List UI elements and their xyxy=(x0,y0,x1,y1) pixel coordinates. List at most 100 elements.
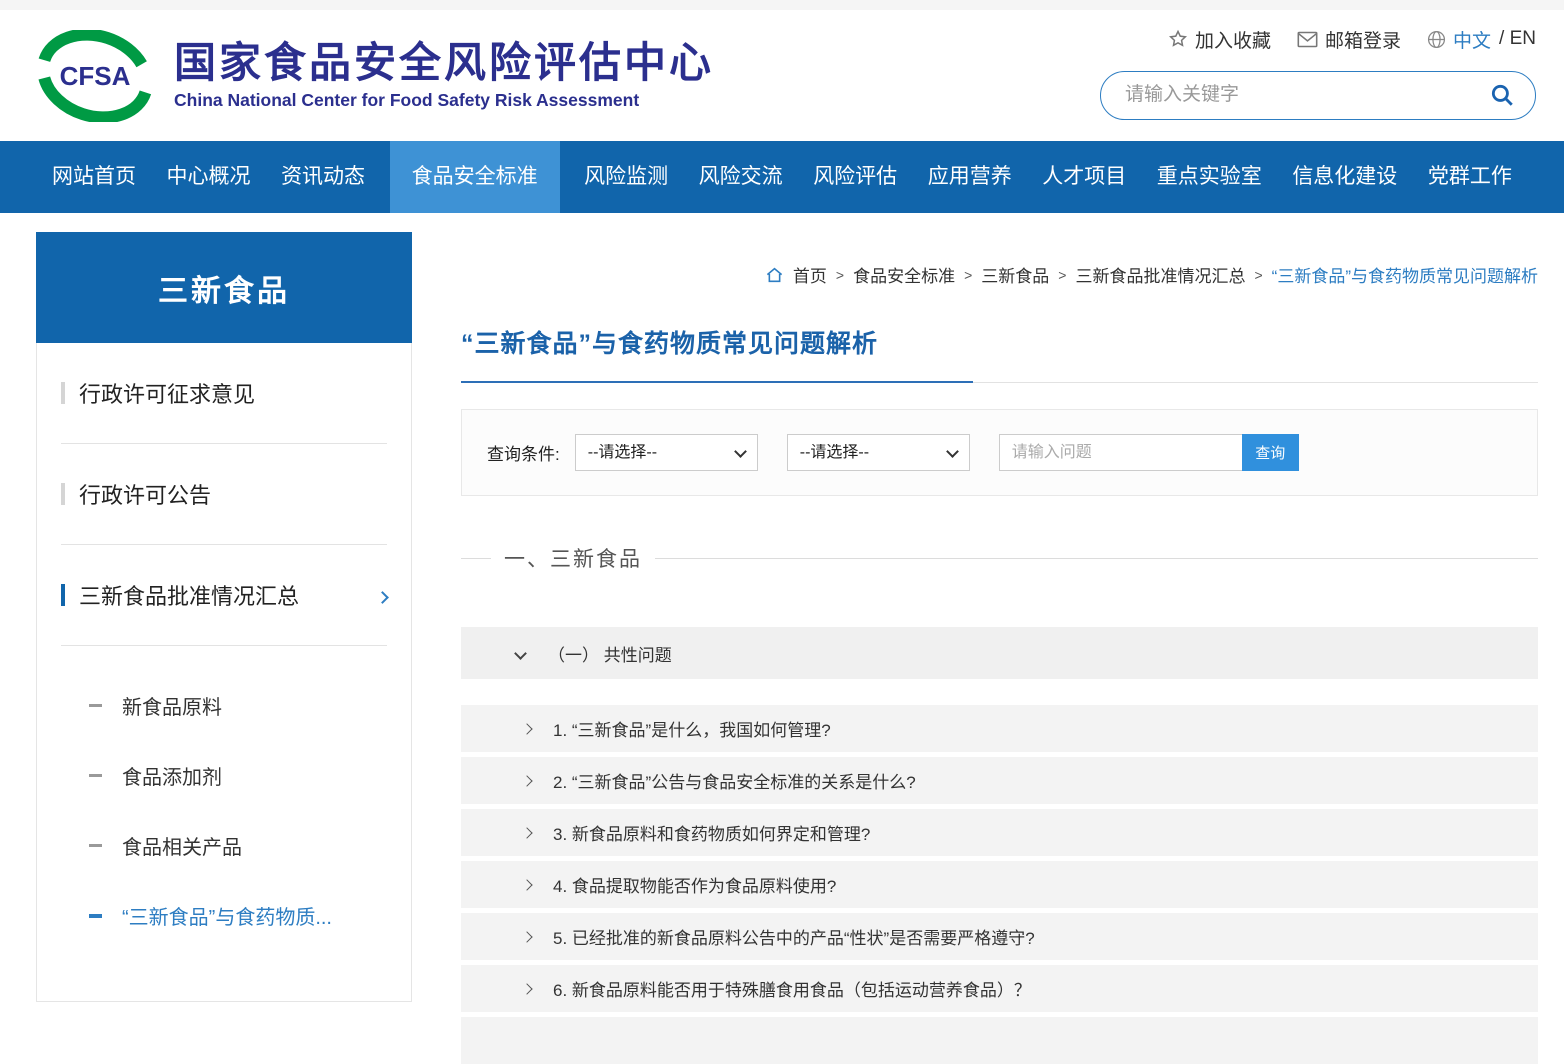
divider-line xyxy=(655,558,1538,559)
sidebar-item-label: 三新食品批准情况汇总 xyxy=(79,579,299,611)
mail-login-label: 邮箱登录 xyxy=(1325,26,1401,53)
faq-question: 3. 新食品原料和食药物质如何界定和管理? xyxy=(553,820,870,845)
dash-icon xyxy=(89,844,102,847)
sidebar-item-approval-summary[interactable]: 三新食品批准情况汇总 xyxy=(61,545,387,646)
home-icon[interactable] xyxy=(765,266,784,284)
dash-icon xyxy=(89,704,102,707)
top-strip xyxy=(0,0,1564,10)
sidebar-subitem-food-related-products[interactable]: 食品相关产品 xyxy=(37,831,411,860)
header-right: 加入收藏 邮箱登录 中 xyxy=(1100,32,1536,120)
faq-row-5[interactable]: 5. 已经批准的新食品原料公告中的产品“性状”是否需要严格遵守? xyxy=(461,913,1538,960)
site-title: 国家食品安全风险评估中心 xyxy=(174,40,714,86)
breadcrumb-separator: > xyxy=(1058,267,1066,283)
site-search xyxy=(1100,71,1536,120)
sidebar-item-label: 行政许可公告 xyxy=(79,478,211,510)
faq-row-2[interactable]: 2. “三新食品”公告与食品安全标准的关系是什么? xyxy=(461,757,1538,804)
nav-item-informatization[interactable]: 信息化建设 xyxy=(1286,141,1403,213)
chevron-right-icon xyxy=(378,582,387,608)
breadcrumb-home[interactable]: 首页 xyxy=(793,262,827,287)
star-icon xyxy=(1168,29,1188,49)
lang-chinese[interactable]: 中文 xyxy=(1453,26,1491,53)
chevron-right-icon xyxy=(521,775,532,786)
nav-item-risk-monitoring[interactable]: 风险监测 xyxy=(578,141,674,213)
logo-text: CFSA xyxy=(60,61,131,91)
add-favorite-link[interactable]: 加入收藏 xyxy=(1168,26,1271,53)
faq-question: 1. “三新食品”是什么，我国如何管理? xyxy=(553,716,831,741)
sidebar-item-label: 行政许可征求意见 xyxy=(79,377,255,409)
sidebar-item-license-comments[interactable]: 行政许可征求意见 xyxy=(61,343,387,444)
chevron-right-icon xyxy=(521,931,532,942)
query-select-1-wrap: --请选择-- xyxy=(575,434,758,471)
faq-row-partial[interactable] xyxy=(461,1017,1538,1064)
breadcrumb-three-new-foods[interactable]: 三新食品 xyxy=(981,262,1049,287)
sidebar: 三新食品 行政许可征求意见 行政许可公告 三新食品批准情况汇总 新食品原料 xyxy=(36,232,412,1002)
query-form: 查询条件: --请选择-- --请选择-- 查询 xyxy=(461,409,1538,496)
query-submit-button[interactable]: 查询 xyxy=(1242,434,1299,471)
faq-group-title: （一） 共性问题 xyxy=(548,641,672,666)
faq-question: 4. 食品提取物能否作为食品原料使用? xyxy=(553,872,836,897)
nav-item-risk-assessment[interactable]: 风险评估 xyxy=(807,141,903,213)
chevron-down-icon xyxy=(514,647,527,660)
globe-icon xyxy=(1427,30,1446,49)
search-icon[interactable] xyxy=(1489,82,1515,108)
add-favorite-label: 加入收藏 xyxy=(1195,26,1271,53)
sidebar-subitem-faq[interactable]: “三新食品”与食药物质... xyxy=(37,901,411,930)
mail-login-link[interactable]: 邮箱登录 xyxy=(1297,26,1401,53)
section-divider: 一、三新食品 xyxy=(461,543,1538,573)
breadcrumb-separator: > xyxy=(1254,267,1262,283)
language-switch[interactable]: 中文 xyxy=(1427,26,1491,53)
divider-line xyxy=(461,558,491,559)
nav-item-about[interactable]: 中心概况 xyxy=(161,141,257,213)
section-title: 一、三新食品 xyxy=(491,543,655,573)
sidebar-title: 三新食品 xyxy=(36,232,412,343)
content: 三新食品 行政许可征求意见 行政许可公告 三新食品批准情况汇总 新食品原料 xyxy=(0,213,1564,1064)
site-subtitle: China National Center for Food Safety Ri… xyxy=(174,90,714,111)
sidebar-subitem-new-food-ingredients[interactable]: 新食品原料 xyxy=(37,691,411,720)
nav-item-applied-nutrition[interactable]: 应用营养 xyxy=(922,141,1018,213)
nav-item-risk-communication[interactable]: 风险交流 xyxy=(693,141,789,213)
query-select-1[interactable]: --请选择-- xyxy=(575,434,758,471)
faq-row-4[interactable]: 4. 食品提取物能否作为食品原料使用? xyxy=(461,861,1538,908)
site-header: CFSA 国家食品安全风险评估中心 China National Center … xyxy=(0,10,1564,141)
nav-item-home[interactable]: 网站首页 xyxy=(46,141,142,213)
faq-question: 6. 新食品原料能否用于特殊膳食用食品（包括运动营养食品）？ xyxy=(553,976,1031,1001)
brand-text: 国家食品安全风险评估中心 China National Center for F… xyxy=(174,40,714,111)
chevron-right-icon xyxy=(521,827,532,838)
nav-item-party-work[interactable]: 党群工作 xyxy=(1422,141,1518,213)
faq-row-6[interactable]: 6. 新食品原料能否用于特殊膳食用食品（包括运动营养食品）？ xyxy=(461,965,1538,1012)
faq-row-1[interactable]: 1. “三新食品”是什么，我国如何管理? xyxy=(461,705,1538,752)
breadcrumb-food-safety-standards[interactable]: 食品安全标准 xyxy=(853,262,955,287)
chevron-right-icon xyxy=(521,879,532,890)
lang-english[interactable]: / EN xyxy=(1499,28,1536,50)
sidebar-subitem-label: “三新食品”与食药物质... xyxy=(122,901,332,930)
nav-item-food-safety-standards[interactable]: 食品安全标准 xyxy=(390,141,560,213)
item-marker xyxy=(61,584,65,606)
question-search-input[interactable] xyxy=(999,434,1242,471)
faq-group-header[interactable]: （一） 共性问题 xyxy=(461,627,1538,679)
sidebar-item-license-announcements[interactable]: 行政许可公告 xyxy=(61,444,387,545)
sidebar-subitem-food-additives[interactable]: 食品添加剂 xyxy=(37,761,411,790)
faq-list: 1. “三新食品”是什么，我国如何管理? 2. “三新食品”公告与食品安全标准的… xyxy=(461,705,1538,1064)
title-underline xyxy=(461,381,1538,383)
brand[interactable]: CFSA 国家食品安全风险评估中心 China National Center … xyxy=(34,30,714,122)
breadcrumb-approval-summary[interactable]: 三新食品批准情况汇总 xyxy=(1075,262,1245,287)
item-marker xyxy=(61,382,65,404)
dash-icon xyxy=(89,774,102,777)
item-marker xyxy=(61,483,65,505)
site-search-input[interactable] xyxy=(1125,84,1489,106)
nav-item-news[interactable]: 资讯动态 xyxy=(275,141,371,213)
breadcrumb-separator: > xyxy=(964,267,972,283)
sidebar-subitem-label: 食品相关产品 xyxy=(122,831,242,860)
envelope-icon xyxy=(1297,31,1318,48)
faq-question: 5. 已经批准的新食品原料公告中的产品“性状”是否需要严格遵守? xyxy=(553,924,1035,949)
faq-question: 2. “三新食品”公告与食品安全标准的关系是什么? xyxy=(553,768,916,793)
main-nav: 网站首页 中心概况 资讯动态 食品安全标准 风险监测 风险交流 风险评估 应用营… xyxy=(0,141,1564,213)
nav-item-key-laboratory[interactable]: 重点实验室 xyxy=(1151,141,1268,213)
sidebar-panel: 行政许可征求意见 行政许可公告 三新食品批准情况汇总 新食品原料 食品添加剂 xyxy=(36,343,412,1002)
faq-row-3[interactable]: 3. 新食品原料和食药物质如何界定和管理? xyxy=(461,809,1538,856)
chevron-right-icon xyxy=(521,983,532,994)
sidebar-subitem-label: 新食品原料 xyxy=(122,691,222,720)
nav-item-talent-program[interactable]: 人才项目 xyxy=(1036,141,1132,213)
query-select-2[interactable]: --请选择-- xyxy=(787,434,970,471)
query-label: 查询条件: xyxy=(487,440,560,465)
